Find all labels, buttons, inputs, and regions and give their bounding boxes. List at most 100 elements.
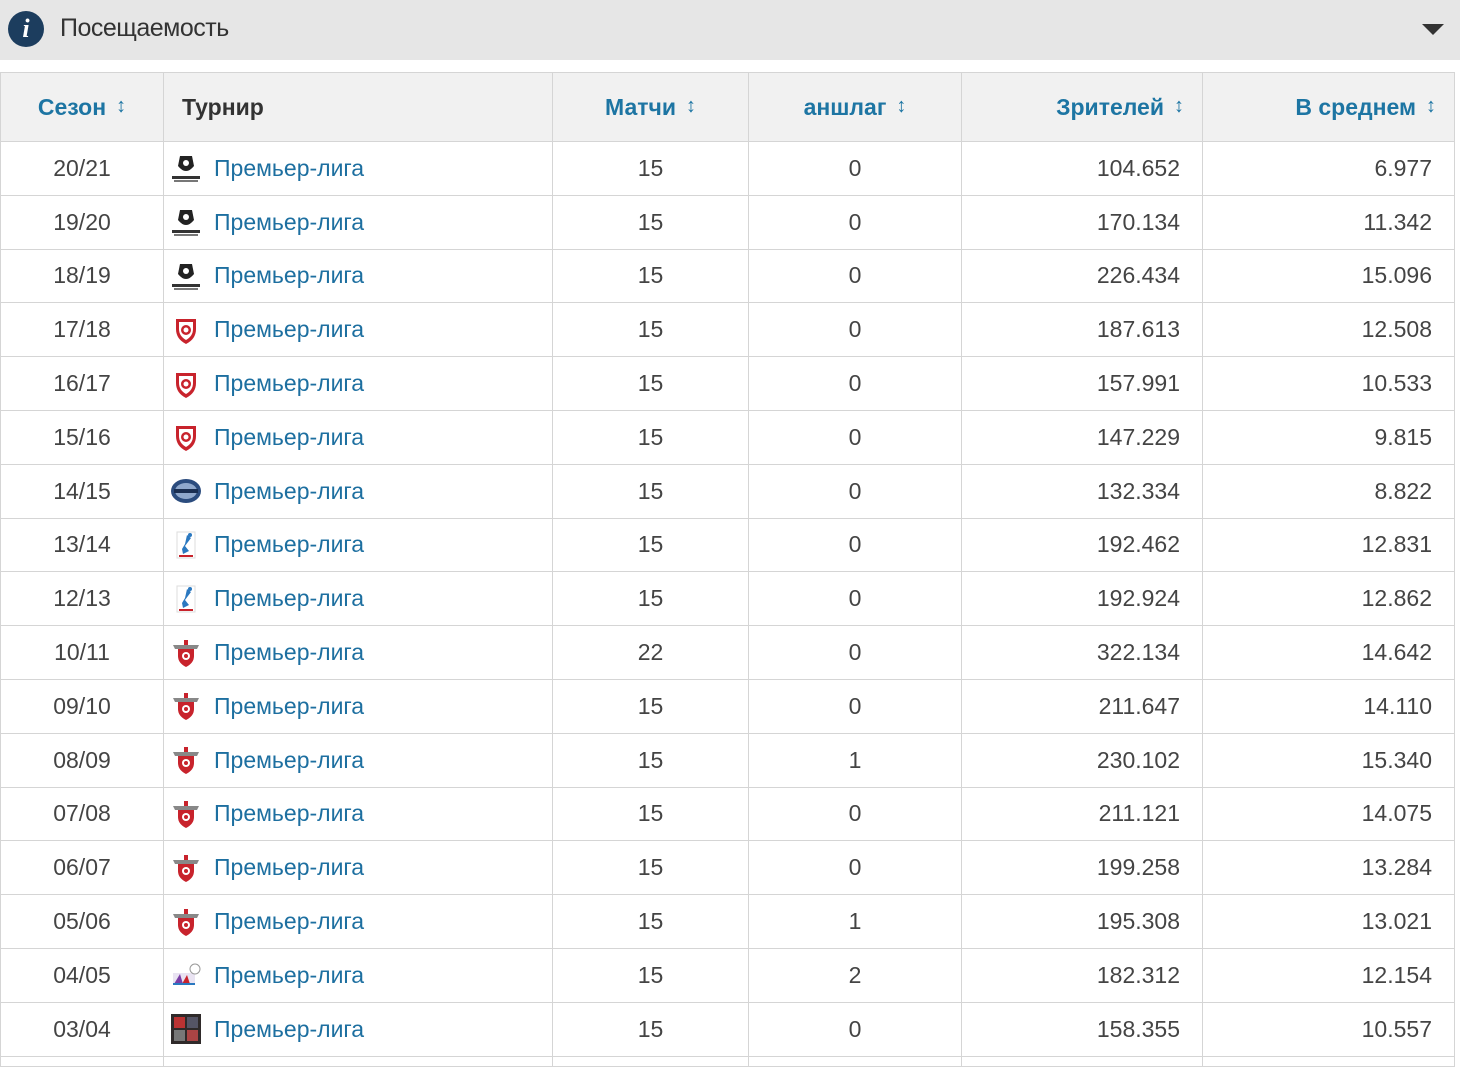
sellouts-cell: 0 bbox=[748, 678, 962, 734]
average-cell: 14.075 bbox=[1202, 786, 1455, 842]
season-cell: 03/04 bbox=[0, 1001, 164, 1057]
attendance-panel-header[interactable]: i Посещаемость bbox=[0, 0, 1460, 60]
competition-cell: Премьер-лига bbox=[163, 141, 553, 196]
spectators-cell: 147.229 bbox=[961, 409, 1203, 465]
table-row: 03/04 Премьер-лига 15 0 158.355 10.557 bbox=[0, 1001, 1455, 1057]
table-row: 06/07 Премьер-лига 15 0 199.258 13.284 bbox=[0, 840, 1455, 896]
season-cell: 13/14 bbox=[0, 517, 164, 573]
competition-link[interactable]: Премьер-лига bbox=[214, 209, 364, 236]
collapse-toggle-icon[interactable] bbox=[1422, 24, 1444, 35]
sellouts-cell: 1 bbox=[748, 732, 962, 788]
matches-cell: 15 bbox=[552, 517, 749, 573]
sort-icon: ↕ bbox=[686, 94, 696, 117]
competition-link[interactable]: Премьер-лига bbox=[214, 316, 364, 343]
table-row bbox=[0, 1055, 1455, 1067]
table-row: 14/15 Премьер-лига 15 0 132.334 8.822 bbox=[0, 463, 1455, 519]
average-cell: 10.557 bbox=[1202, 1001, 1455, 1057]
competition-link[interactable]: Премьер-лига bbox=[214, 585, 364, 612]
matches-cell: 15 bbox=[552, 248, 749, 304]
competition-link[interactable]: Премьер-лига bbox=[214, 424, 364, 451]
matches-cell: 15 bbox=[552, 678, 749, 734]
competition-link[interactable]: Премьер-лига bbox=[214, 639, 364, 666]
sellouts-cell: 0 bbox=[748, 194, 962, 250]
season-cell: 05/06 bbox=[0, 894, 164, 949]
table-row: 20/21 Премьер-лига 15 0 104.652 6.977 bbox=[0, 141, 1455, 196]
competition-link[interactable]: Премьер-лига bbox=[214, 962, 364, 989]
competition-link[interactable]: Премьер-лига bbox=[214, 1016, 364, 1043]
average-cell: 6.977 bbox=[1202, 141, 1455, 196]
table-row: 05/06 Премьер-лига 15 1 195.308 13.021 bbox=[0, 894, 1455, 949]
competition-link[interactable]: Премьер-лига bbox=[214, 908, 364, 935]
competition-link[interactable]: Премьер-лига bbox=[214, 854, 364, 881]
season-cell: 08/09 bbox=[0, 732, 164, 788]
matches-cell: 15 bbox=[552, 786, 749, 842]
average-cell: 14.642 bbox=[1202, 625, 1455, 680]
column-header-sellouts[interactable]: аншлаг ↕ bbox=[748, 72, 962, 142]
column-header-matches[interactable]: Матчи ↕ bbox=[552, 72, 749, 142]
competition-cell: Премьер-лига bbox=[163, 571, 553, 627]
average-cell: 9.815 bbox=[1202, 409, 1455, 465]
spectators-cell: 199.258 bbox=[961, 840, 1203, 896]
competition-link[interactable]: Премьер-лига bbox=[214, 800, 364, 827]
season-cell: 07/08 bbox=[0, 786, 164, 842]
competition-cell: Премьер-лига bbox=[163, 356, 553, 411]
column-header-season[interactable]: Сезон ↕ bbox=[0, 72, 164, 142]
season-cell: 17/18 bbox=[0, 302, 164, 358]
spectators-cell: 195.308 bbox=[961, 894, 1203, 949]
competition-cell: Премьер-лига bbox=[163, 894, 553, 949]
sort-icon: ↕ bbox=[896, 94, 907, 117]
table-row: 18/19 Премьер-лига 15 0 226.434 15.096 bbox=[0, 248, 1455, 304]
season-cell: 14/15 bbox=[0, 463, 164, 519]
competition-link[interactable]: Премьер-лига bbox=[214, 155, 364, 182]
table-row: 17/18 Премьер-лига 15 0 187.613 12.508 bbox=[0, 302, 1455, 358]
competition-cell: Премьер-лига bbox=[163, 786, 553, 842]
spectators-cell: 104.652 bbox=[961, 141, 1203, 196]
competition-cell: Премьер-лига bbox=[163, 463, 553, 519]
column-header-average[interactable]: В среднем ↕ bbox=[1202, 72, 1455, 142]
sellouts-cell: 0 bbox=[748, 625, 962, 680]
league-crest-red-icon bbox=[170, 744, 202, 776]
sort-icon: ↕ bbox=[1426, 94, 1436, 117]
competition-link[interactable]: Премьер-лига bbox=[214, 370, 364, 397]
spectators-cell: 230.102 bbox=[961, 732, 1203, 788]
competition-cell: Премьер-лига bbox=[163, 732, 553, 788]
league-logo-black-icon bbox=[170, 206, 202, 238]
average-cell: 12.862 bbox=[1202, 571, 1455, 627]
league-shield-red-icon bbox=[170, 421, 202, 453]
average-cell: 12.508 bbox=[1202, 302, 1455, 358]
column-header-spectators[interactable]: Зрителей ↕ bbox=[961, 72, 1203, 142]
competition-link[interactable]: Премьер-лига bbox=[214, 531, 364, 558]
spectators-cell: 157.991 bbox=[961, 356, 1203, 411]
average-cell: 13.284 bbox=[1202, 840, 1455, 896]
league-colorful-icon bbox=[170, 959, 202, 991]
average-cell: 12.831 bbox=[1202, 517, 1455, 573]
table-row: 12/13 Премьер-лига 15 0 192.924 12.862 bbox=[0, 571, 1455, 627]
table-row: 13/14 Премьер-лига 15 0 192.462 12.831 bbox=[0, 517, 1455, 573]
table-row: 04/05 Премьер-лига 15 2 182.312 12.154 bbox=[0, 947, 1455, 1003]
spectators-cell: 211.647 bbox=[961, 678, 1203, 734]
matches-cell: 15 bbox=[552, 356, 749, 411]
competition-cell: Премьер-лига bbox=[163, 302, 553, 358]
season-cell: 06/07 bbox=[0, 840, 164, 896]
league-shield-red-icon bbox=[170, 368, 202, 400]
competition-cell: Премьер-лига bbox=[163, 947, 553, 1003]
competition-link[interactable]: Премьер-лига bbox=[214, 262, 364, 289]
matches-cell: 15 bbox=[552, 463, 749, 519]
spectators-cell: 322.134 bbox=[961, 625, 1203, 680]
average-cell: 10.533 bbox=[1202, 356, 1455, 411]
competition-link[interactable]: Премьер-лига bbox=[214, 747, 364, 774]
average-cell: 15.340 bbox=[1202, 732, 1455, 788]
average-cell: 14.110 bbox=[1202, 678, 1455, 734]
league-crest-red-icon bbox=[170, 906, 202, 938]
spectators-cell: 192.462 bbox=[961, 517, 1203, 573]
sellouts-cell: 0 bbox=[748, 356, 962, 411]
table-row: 16/17 Премьер-лига 15 0 157.991 10.533 bbox=[0, 356, 1455, 411]
league-player-blue-icon bbox=[170, 583, 202, 615]
average-cell: 15.096 bbox=[1202, 248, 1455, 304]
league-crest-red-icon bbox=[170, 852, 202, 884]
spectators-cell: 187.613 bbox=[961, 302, 1203, 358]
season-cell: 18/19 bbox=[0, 248, 164, 304]
league-photo-icon bbox=[170, 1013, 202, 1045]
competition-link[interactable]: Премьер-лига bbox=[214, 693, 364, 720]
competition-link[interactable]: Премьер-лига bbox=[214, 478, 364, 505]
